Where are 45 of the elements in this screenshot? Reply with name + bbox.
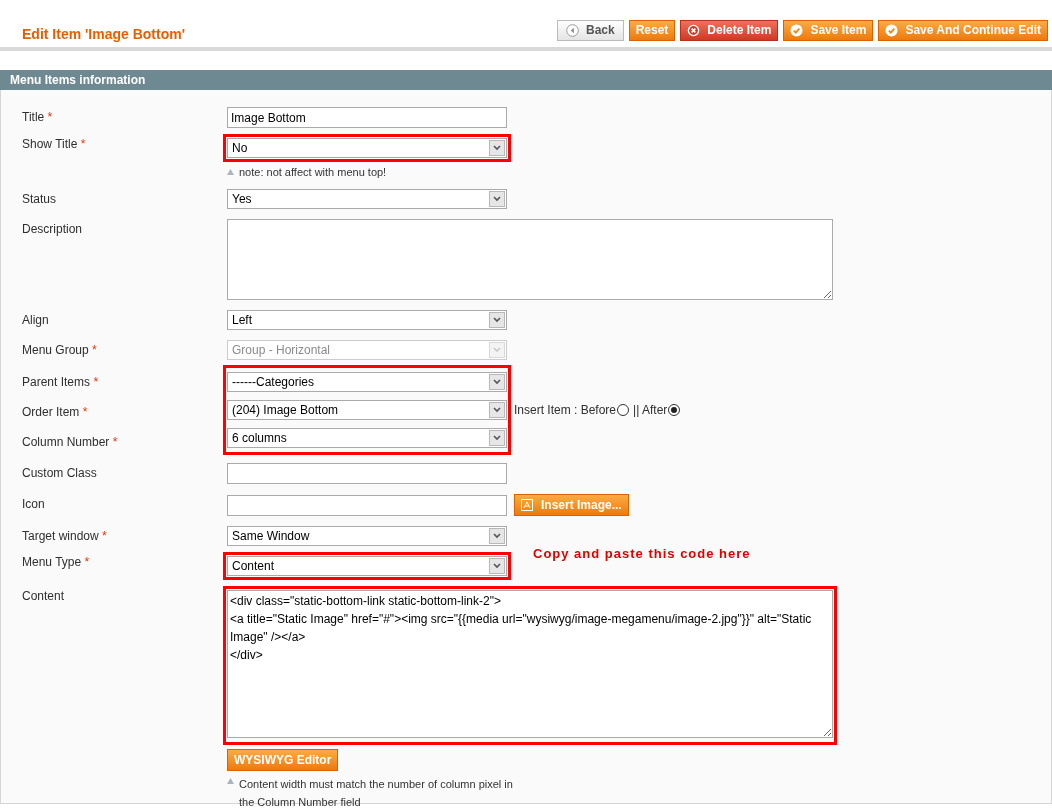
text-field[interactable]: Image Bottom [227, 107, 507, 128]
left-arrow-circle-icon [566, 23, 579, 37]
field-label: Menu Type * [22, 554, 91, 571]
text-field[interactable] [227, 463, 507, 484]
triangle-icon [227, 778, 234, 784]
radio-label: || After [633, 403, 668, 417]
select-field[interactable]: ------Categories [227, 372, 507, 392]
page-title: Edit Item 'Image Bottom' [22, 26, 185, 42]
field-label: Order Item * [22, 404, 89, 421]
field-label: Custom Class [22, 465, 98, 482]
field-label: Show Title * [22, 136, 87, 153]
back-button[interactable]: Back [557, 19, 624, 41]
field-label: Title * [22, 109, 54, 126]
check-circle-icon [885, 23, 899, 37]
field-label: Status [22, 191, 58, 208]
code-text-area[interactable]: <div class="static-bottom-link static-bottom-link-2"> <a title="Static Image" href="#"><img src="{{media url="wysiwyg/image-megamenu/image-2.jpg"}}" alt="Static Image" /></a> </div> [227, 590, 833, 738]
field-note: Content width must match the number of column pixel in the Column Number field [239, 777, 514, 809]
select-field[interactable]: (204) Image Bottom [227, 400, 507, 420]
field-label: Target window * [22, 528, 108, 545]
field-label: Content [22, 588, 66, 605]
radio-label: Insert Item : Before [514, 403, 617, 417]
triangle-icon [227, 169, 234, 175]
delete-button[interactable]: Delete Item [680, 19, 779, 41]
select-field[interactable]: Content [227, 556, 507, 576]
select-field[interactable]: Yes [227, 189, 507, 209]
text-area[interactable] [227, 219, 833, 300]
field-label: Parent Items * [22, 374, 100, 391]
image-icon [521, 499, 533, 511]
close-icon [687, 23, 701, 37]
field-note: note: not affect with menu top! [239, 166, 387, 179]
field-label: Icon [22, 496, 46, 513]
select-field[interactable]: No [227, 138, 507, 158]
field-label: Column Number * [22, 434, 119, 451]
section-header: Menu Items information [0, 70, 1052, 90]
radio-button[interactable] [668, 404, 681, 416]
check-circle-icon [790, 23, 804, 37]
annotation-text: Copy and paste this code here [533, 546, 751, 561]
radio-button[interactable] [617, 404, 630, 416]
select-field[interactable]: Same Window [227, 526, 507, 546]
select-field[interactable]: 6 columns [227, 428, 507, 448]
select-field[interactable]: Left [227, 310, 507, 330]
field-label: Menu Group * [22, 342, 98, 359]
field-label: Description [22, 221, 84, 238]
text-field[interactable] [227, 494, 507, 516]
field-label: Align [22, 312, 50, 329]
